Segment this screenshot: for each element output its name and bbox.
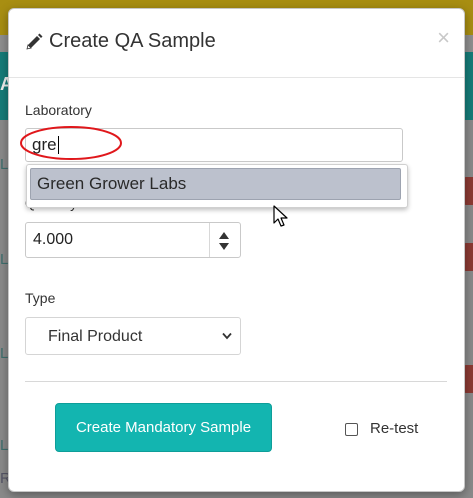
- chevron-down-icon: [222, 332, 232, 340]
- modal-title-group: Create QA Sample: [25, 30, 216, 53]
- retest-label[interactable]: Re-test: [370, 420, 418, 437]
- retest-checkbox[interactable]: [345, 423, 358, 436]
- divider: [25, 381, 447, 382]
- laboratory-label: Laboratory: [25, 102, 92, 118]
- decrement-arrow-icon[interactable]: [219, 243, 229, 250]
- type-label: Type: [25, 290, 56, 306]
- mouse-pointer-icon: [273, 205, 288, 227]
- type-selected-value: Final Product: [48, 328, 143, 345]
- create-mandatory-sample-button[interactable]: Create Mandatory Sample: [55, 403, 272, 452]
- quantity-input[interactable]: 4.000: [25, 222, 241, 258]
- modal-title: Create QA Sample: [49, 30, 216, 52]
- create-qa-sample-modal: Create QA Sample × Laboratory gre Quanti…: [8, 8, 465, 492]
- modal-header: Create QA Sample ×: [9, 9, 464, 78]
- laboratory-suggestions-dropdown: Green Grower Labs: [26, 164, 408, 208]
- spinner-arrows-icon[interactable]: [209, 223, 240, 257]
- close-icon[interactable]: ×: [437, 27, 450, 49]
- pencil-icon: [26, 33, 43, 50]
- type-select[interactable]: Final Product: [25, 317, 241, 355]
- annotation-ellipse: [20, 126, 122, 160]
- quantity-value: 4.000: [33, 231, 74, 248]
- increment-arrow-icon[interactable]: [219, 232, 229, 239]
- suggestion-item[interactable]: Green Grower Labs: [30, 168, 401, 200]
